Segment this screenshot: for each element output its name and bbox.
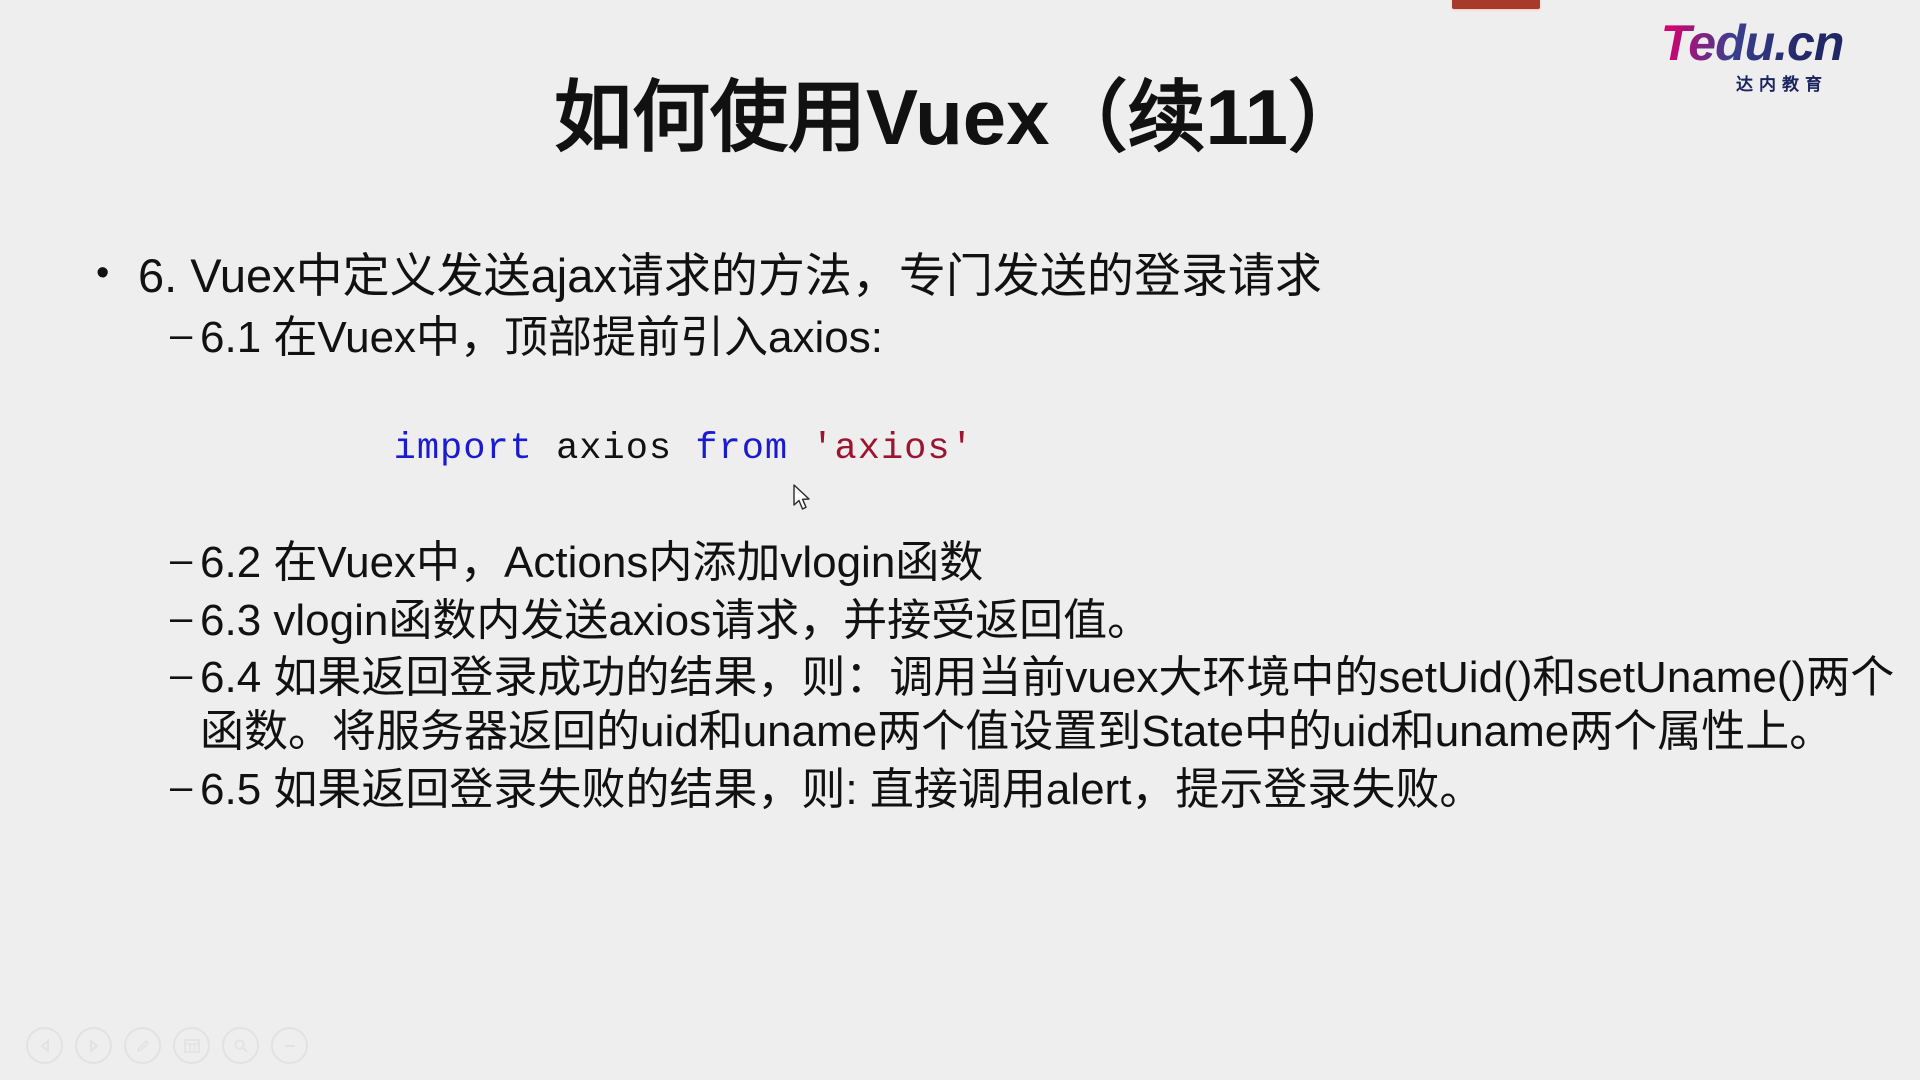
- bullet-marker-dash: –: [170, 764, 193, 809]
- code-snippet-import-axios: import axios from 'axios': [208, 369, 1896, 530]
- bullet-6-2-text: 6.2 在Vuex中，Actions内添加vlogin函数: [200, 538, 984, 588]
- more-options-icon[interactable]: [271, 1027, 308, 1064]
- presentation-slide: Tedu.cn 达内教育 如何使用Vuex（续11） • 6. Vuex中定义发…: [0, 0, 1920, 1080]
- bullet-marker-dash: –: [170, 653, 193, 698]
- next-slide-icon[interactable]: [75, 1027, 112, 1064]
- pen-icon[interactable]: [124, 1027, 161, 1064]
- top-red-bar: [1452, 0, 1540, 9]
- bullet-marker-dash: –: [170, 595, 193, 640]
- bullet-6-4: – 6.4 如果返回登录成功的结果，则：调用当前vuex大环境中的setUid(…: [170, 651, 1896, 758]
- bullet-6-1: – 6.1 在Vuex中，顶部提前引入axios:: [170, 311, 1896, 365]
- bullet-6-5-text: 6.5 如果返回登录失败的结果，则: 直接调用alert，提示登录失败。: [200, 764, 1484, 814]
- bullet-6-2: – 6.2 在Vuex中，Actions内添加vlogin函数: [170, 536, 1896, 590]
- bullet-level1-text: 6. Vuex中定义发送ajax请求的方法，专门发送的登录请求: [138, 249, 1322, 302]
- bullet-level1: • 6. Vuex中定义发送ajax请求的方法，专门发送的登录请求: [96, 248, 1896, 303]
- bullet-6-1-text: 6.1 在Vuex中，顶部提前引入axios:: [200, 313, 883, 363]
- bullet-marker-dash: –: [170, 538, 193, 583]
- sub-bullet-group: – 6.1 在Vuex中，顶部提前引入axios: import axios f…: [170, 311, 1896, 816]
- presentation-toolbar[interactable]: [26, 1027, 308, 1064]
- bullet-6-3-text: 6.3 vlogin函数内发送axios请求，并接受返回值。: [200, 595, 1152, 645]
- code-keyword-from: from: [695, 427, 789, 470]
- bullet-6-5: – 6.5 如果返回登录失败的结果，则: 直接调用alert，提示登录失败。: [170, 763, 1896, 817]
- slide-content: • 6. Vuex中定义发送ajax请求的方法，专门发送的登录请求 – 6.1 …: [96, 248, 1896, 820]
- slide-title: 如何使用Vuex（续11）: [554, 73, 1366, 161]
- code-identifier-axios: axios: [532, 427, 696, 470]
- bullet-6-3: – 6.3 vlogin函数内发送axios请求，并接受返回值。: [170, 594, 1896, 648]
- previous-slide-icon[interactable]: [26, 1027, 63, 1064]
- zoom-icon[interactable]: [222, 1027, 259, 1064]
- code-keyword-import: import: [393, 427, 533, 470]
- code-string-axios: 'axios': [788, 427, 974, 470]
- bullet-marker-dot: •: [96, 252, 110, 294]
- bullet-marker-dash: –: [170, 313, 193, 358]
- bullet-6-4-text: 6.4 如果返回登录成功的结果，则：调用当前vuex大环境中的setUid()和…: [200, 653, 1895, 757]
- slide-grid-icon[interactable]: [173, 1027, 210, 1064]
